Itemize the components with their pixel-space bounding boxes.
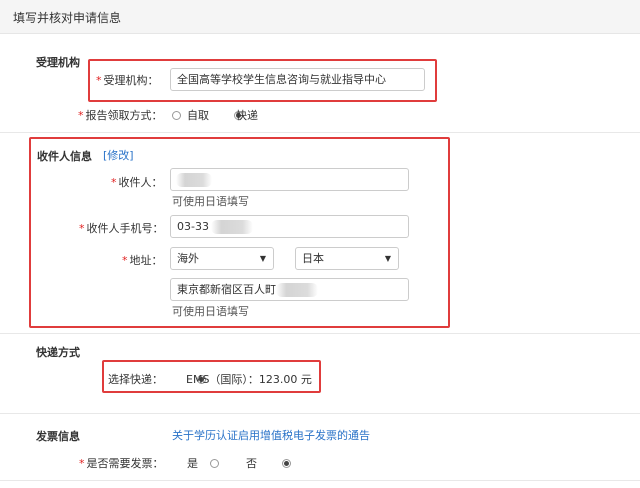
edit-recipient-link[interactable]: [修改]	[103, 147, 134, 163]
invoice-notice-link[interactable]: 关于学历认证启用增值税电子发票的通告	[172, 427, 370, 443]
required-mark: *	[96, 74, 102, 87]
required-mark: *	[79, 222, 85, 235]
agency-label: * 受理机构：	[96, 72, 159, 88]
redacted-phone	[211, 220, 253, 234]
section-divider	[0, 132, 640, 133]
invoice-no-option[interactable]: 否	[246, 455, 257, 471]
invoice-section-title: 发票信息	[36, 430, 80, 443]
pickup-label-text: 报告领取方式：	[85, 109, 163, 122]
invoice-no-radio[interactable]	[282, 459, 292, 468]
agency-section-title: 受理机构	[36, 56, 80, 69]
recipient-name-label: * 收件人：	[111, 174, 163, 190]
invoice-yes-radio[interactable]	[210, 459, 220, 468]
pickup-label: * 报告领取方式：	[78, 107, 163, 123]
required-mark: *	[122, 254, 128, 267]
section-divider	[0, 333, 640, 334]
country-select-value: 日本	[302, 252, 324, 265]
name-hint: 可使用日语填写	[172, 195, 249, 208]
redacted-address	[276, 283, 318, 297]
section-divider	[0, 480, 640, 481]
pickup-self-option[interactable]: 自取	[187, 107, 209, 123]
chevron-down-icon: ▼	[384, 254, 391, 263]
section-divider	[0, 413, 640, 414]
delivery-section-title: 快递方式	[36, 346, 80, 359]
recipient-section-title: 收件人信息	[37, 150, 92, 163]
required-mark: *	[111, 176, 117, 189]
region-select-value: 海外	[177, 252, 199, 265]
required-mark: *	[78, 109, 84, 122]
address-label-text: 地址：	[129, 254, 163, 267]
country-select[interactable]: 日本 ▼	[295, 247, 399, 270]
agency-field[interactable]: 全国高等学校学生信息咨询与就业指导中心	[170, 68, 425, 91]
required-mark: *	[79, 457, 85, 470]
pickup-express-option[interactable]: 快递	[236, 107, 258, 123]
ems-option[interactable]: EMS（国际）：123.00 元	[186, 371, 312, 387]
invoice-yes-option[interactable]: 是	[187, 455, 198, 471]
recipient-name-label-text: 收件人：	[118, 176, 163, 189]
address-hint: 可使用日语填写	[172, 305, 249, 318]
phone-label: * 收件人手机号：	[79, 220, 164, 236]
redacted-name	[176, 173, 212, 187]
region-select[interactable]: 海外 ▼	[170, 247, 274, 270]
chevron-down-icon: ▼	[259, 254, 266, 263]
page-title: 填写并核对申请信息	[13, 11, 122, 25]
agency-label-text: 受理机构：	[103, 74, 159, 87]
invoice-need-label: * 是否需要发票：	[79, 455, 164, 471]
delivery-method-label: 选择快递：	[108, 373, 163, 386]
phone-label-text: 收件人手机号：	[86, 222, 164, 235]
address-label: * 地址：	[122, 252, 163, 268]
pickup-self-radio[interactable]	[172, 111, 181, 120]
phone-input[interactable]: 03-33	[170, 215, 409, 238]
invoice-need-label-text: 是否需要发票：	[86, 457, 164, 470]
